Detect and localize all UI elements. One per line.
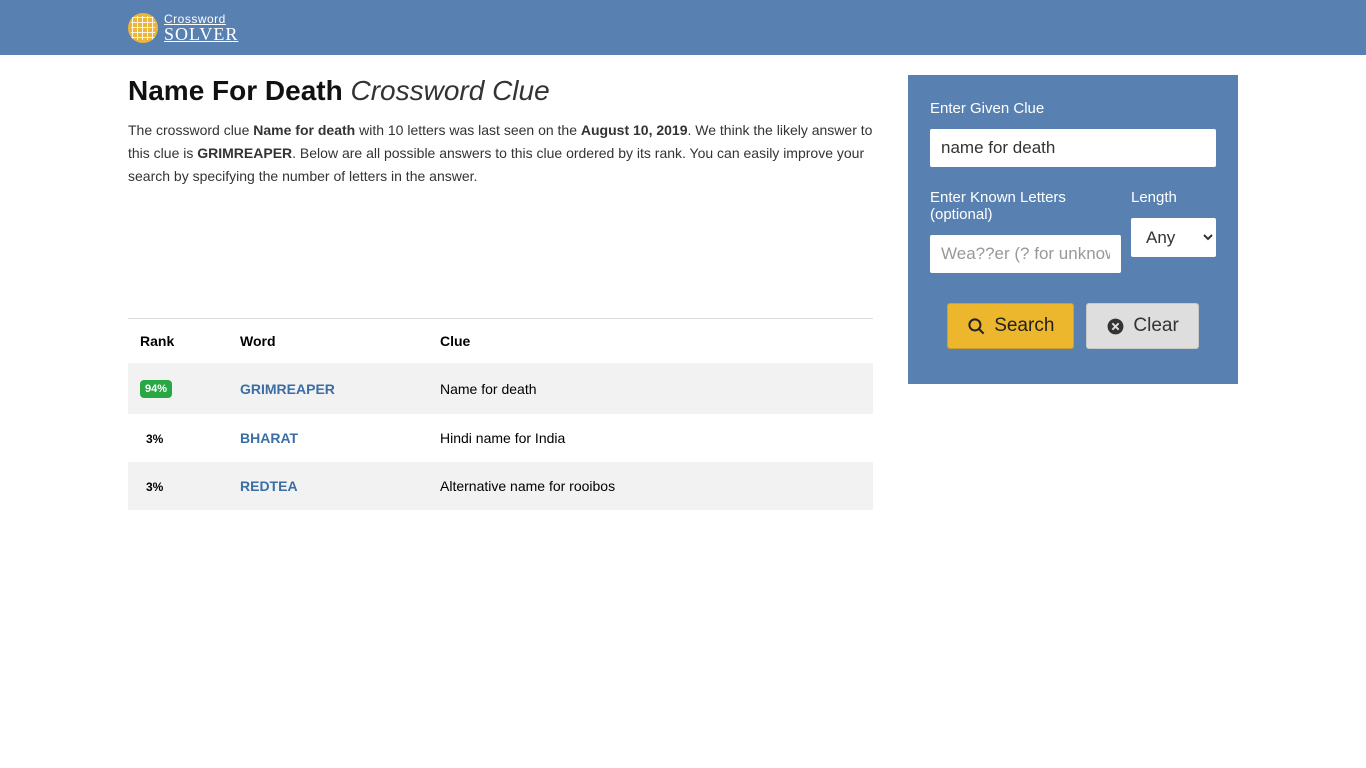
brand-top: Crossword xyxy=(164,13,238,25)
search-button[interactable]: Search xyxy=(947,303,1074,349)
page-title: Name For Death Crossword Clue xyxy=(128,75,873,107)
clue-text: Hindi name for India xyxy=(428,414,873,462)
rank-badge: 94% xyxy=(140,380,172,398)
col-header-clue: Clue xyxy=(428,319,873,364)
rank-value: 3% xyxy=(140,480,163,494)
clue-text: Alternative name for rooibos xyxy=(428,462,873,510)
col-header-word: Word xyxy=(228,319,428,364)
clue-label: Enter Given Clue xyxy=(930,100,1216,117)
length-select[interactable]: Any xyxy=(1131,218,1216,257)
length-label: Length xyxy=(1131,189,1216,206)
table-row: 3% REDTEA Alternative name for rooibos xyxy=(128,462,873,510)
crossword-grid-icon xyxy=(128,13,158,43)
clue-input[interactable] xyxy=(930,129,1216,167)
search-icon xyxy=(967,317,986,336)
brand-bottom: SOLVER xyxy=(164,25,238,43)
search-button-label: Search xyxy=(994,315,1054,337)
word-link[interactable]: BHARAT xyxy=(240,430,298,446)
rank-value: 3% xyxy=(140,432,163,446)
close-circle-icon xyxy=(1106,317,1125,336)
table-row: 94% GRIMREAPER Name for death xyxy=(128,363,873,414)
title-sub: Crossword Clue xyxy=(351,75,550,106)
clear-button-label: Clear xyxy=(1133,315,1178,337)
site-header: Crossword SOLVER xyxy=(0,0,1366,55)
intro-text: The crossword clue Name for death with 1… xyxy=(128,119,873,188)
clue-text: Name for death xyxy=(428,363,873,414)
results-table: Rank Word Clue 94% GRIMREAPER Name for dea… xyxy=(128,318,873,510)
clear-button[interactable]: Clear xyxy=(1086,303,1198,349)
search-panel: Enter Given Clue Enter Known Letters (op… xyxy=(908,75,1238,384)
table-row: 3% BHARAT Hindi name for India xyxy=(128,414,873,462)
letters-input[interactable] xyxy=(930,235,1121,273)
title-main: Name For Death xyxy=(128,75,343,106)
letters-label: Enter Known Letters (optional) xyxy=(930,189,1121,223)
col-header-rank: Rank xyxy=(128,319,228,364)
word-link[interactable]: GRIMREAPER xyxy=(240,381,335,397)
main-content: Name For Death Crossword Clue The crossw… xyxy=(128,75,873,510)
site-logo[interactable]: Crossword SOLVER xyxy=(128,13,238,43)
word-link[interactable]: REDTEA xyxy=(240,478,298,494)
